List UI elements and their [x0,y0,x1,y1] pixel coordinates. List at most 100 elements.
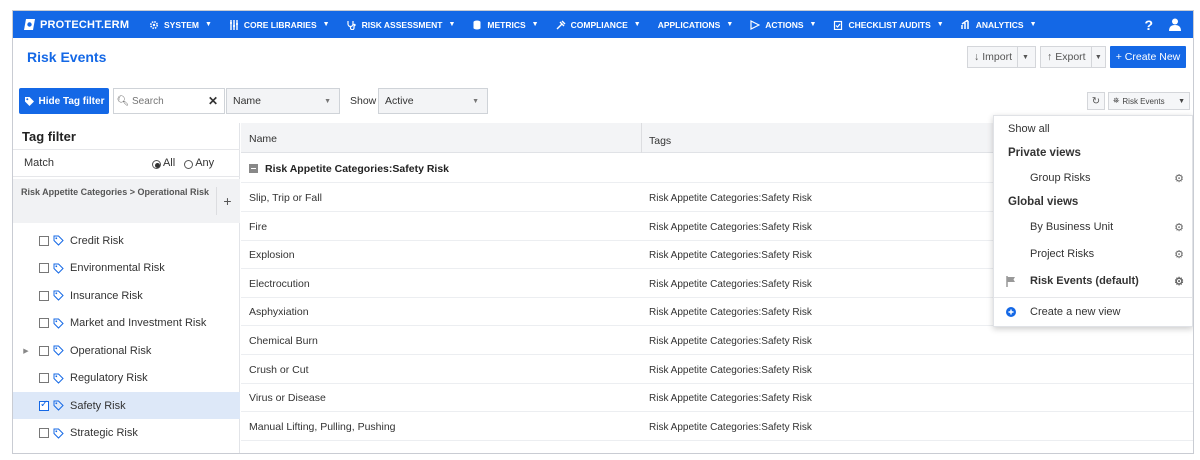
nav-checklist-audits-label: CHECKLIST AUDITS [848,19,931,30]
tag-checkbox[interactable] [39,428,49,438]
nav-analytics[interactable]: ANALYTICS ▼ [960,19,1037,30]
help-icon[interactable]: ? [1144,17,1153,33]
search-input[interactable] [132,95,202,107]
export-label: Export [1055,51,1086,63]
chevron-down-icon: ▼ [1029,21,1037,28]
table-row[interactable]: Chemical Burn Risk Appetite Categories:Sa… [241,327,1193,355]
tag-list-item[interactable]: Strategic Risk [13,420,240,447]
hide-tag-filter-label: Hide Tag filter [38,95,105,107]
cell-tags: Risk Appetite Categories:Safety Risk [649,193,812,204]
table-row[interactable]: Virus or Disease Risk Appetite Categories… [241,384,1193,413]
cell-tags: Risk Appetite Categories:Safety Risk [649,278,812,290]
tag-icon [53,400,64,411]
nav-core-libraries-label: CORE LIBRARIES [243,19,317,30]
show-all-option[interactable]: Show all [1008,123,1193,135]
chevron-down-icon: ▼ [322,21,330,28]
gear-icon[interactable]: ⚙ [1174,275,1184,288]
tag-filter-panel: Tag filter Match All Any Risk Appetite C… [13,123,240,453]
view-selector-button[interactable]: ⛯ Risk Events ▼ [1108,92,1190,110]
tag-label: Environmental Risk [70,262,165,274]
chevron-down-icon: ▼ [809,21,817,28]
match-any-radio[interactable]: Any [184,157,214,169]
metrics-icon [473,20,481,29]
tag-label: Credit Risk [70,234,124,247]
tag-checkbox[interactable] [39,345,49,356]
refresh-button[interactable]: ↻ [1087,92,1105,110]
global-views-header: Global views [1008,196,1079,208]
nav-actions-label: ACTIONS [765,19,804,30]
import-button[interactable]: ↓ Import ▼ [967,46,1036,68]
arrow-up-icon: ↑ [1047,51,1053,63]
tag-list-item[interactable]: Market and Investment Risk [13,310,240,337]
table-row[interactable]: Manual Lifting, Pulling, Pushing Risk App… [241,413,1193,441]
view-option-label: By Business Unit [1030,221,1114,233]
brand-name: PROTECHT.ERM [40,18,130,31]
tag-list-item[interactable]: Safety Risk [13,392,240,419]
cell-name[interactable]: Manual Lifting, Pulling, Pushing [249,421,396,433]
nav-checklist-audits[interactable]: CHECKLIST AUDITS ▼ [833,19,944,30]
column-divider[interactable] [641,123,642,153]
add-tag-button[interactable]: + [216,187,238,215]
gear-icon[interactable]: ⚙ [1174,172,1184,185]
field-select[interactable]: Name ▼ [226,88,340,114]
clear-search-icon[interactable]: ✕ [208,94,218,108]
user-icon[interactable] [1169,18,1181,31]
tag-list-item[interactable]: Insurance Risk [13,282,240,309]
tag-checkbox[interactable] [39,235,49,246]
nav-metrics[interactable]: METRICS ▼ [472,20,539,30]
cell-name[interactable]: Fire [249,221,267,233]
chevron-down-icon: ▼ [936,21,944,28]
cell-name[interactable]: Chemical Burn [249,335,318,347]
view-option-label: Group Risks [1030,172,1091,184]
show-select[interactable]: Active ▼ [378,88,488,114]
app-window: PROTECHT.ERM SYSTEM ▼ CORE LIBRARIES ▼ RIS… [12,10,1194,454]
brand-logo[interactable]: PROTECHT.ERM [23,18,141,31]
nav-risk-assessment[interactable]: RISK ASSESSMENT ▼ [346,20,455,30]
tag-list-item[interactable]: ▶ Operational Risk [13,337,240,364]
cell-name[interactable]: Virus or Disease [249,392,326,404]
cell-name[interactable]: Crush or Cut [249,364,309,376]
view-selector-label: Risk Events [1122,96,1165,106]
tag-label: Regulatory Risk [70,372,148,384]
cell-name[interactable]: Slip, Trip or Fall [249,192,322,204]
tag-icon [24,96,34,106]
tag-checkbox[interactable] [39,290,49,301]
tag-label: Safety Risk [70,399,126,412]
chevron-down-icon[interactable]: ▼ [1017,47,1033,67]
nav-system[interactable]: SYSTEM ▼ [149,20,212,30]
tag-list-item[interactable]: Regulatory Risk [13,365,240,392]
nav-core-libraries[interactable]: CORE LIBRARIES ▼ [229,19,330,30]
hide-tag-filter-button[interactable]: Hide Tag filter [19,88,109,114]
stethoscope-icon [346,20,356,30]
nav-applications[interactable]: APPLICATIONS ▼ [658,20,734,30]
create-new-view-label: Create a new view [1030,306,1121,318]
cell-name[interactable]: Explosion [249,249,295,261]
group-label: Risk Appetite Categories:Safety Risk [265,162,450,175]
tag-list-item[interactable]: Environmental Risk [13,255,240,282]
tag-label: Market and Investment Risk [70,317,207,329]
arrow-down-icon: ↓ [974,51,980,63]
page-title: Risk Events [27,49,107,65]
gear-icon[interactable]: ⚙ [1174,221,1184,234]
cell-name[interactable]: Asphyxiation [249,306,309,318]
cell-name[interactable]: Electrocution [249,278,310,290]
tag-checkbox[interactable] [39,373,49,383]
match-all-radio[interactable]: All [151,157,175,169]
nav-actions[interactable]: ACTIONS ▼ [750,20,816,30]
column-header-name[interactable]: Name [249,133,277,145]
chevron-down-icon[interactable]: ▼ [1090,47,1105,67]
tag-checkbox[interactable] [39,318,49,328]
cell-tags: Risk Appetite Categories:Safety Risk [649,221,812,233]
nav-compliance[interactable]: COMPLIANCE ▼ [556,20,641,30]
column-header-tags[interactable]: Tags [649,135,671,147]
table-row[interactable]: Crush or Cut Risk Appetite Categories:Saf… [241,356,1193,384]
export-button[interactable]: ↑ Export ▼ [1040,46,1106,68]
collapse-icon[interactable] [249,164,258,173]
tag-checkbox[interactable] [39,399,49,411]
breadcrumb[interactable]: Risk Appetite Categories > Operational R… [21,187,209,197]
tag-list-item[interactable]: Credit Risk [13,227,240,254]
tag-checkbox[interactable] [39,263,49,273]
create-new-button[interactable]: + Create New [1110,46,1186,68]
gear-icon[interactable]: ⚙ [1174,248,1184,261]
expand-arrow-icon[interactable]: ▶ [13,347,39,355]
